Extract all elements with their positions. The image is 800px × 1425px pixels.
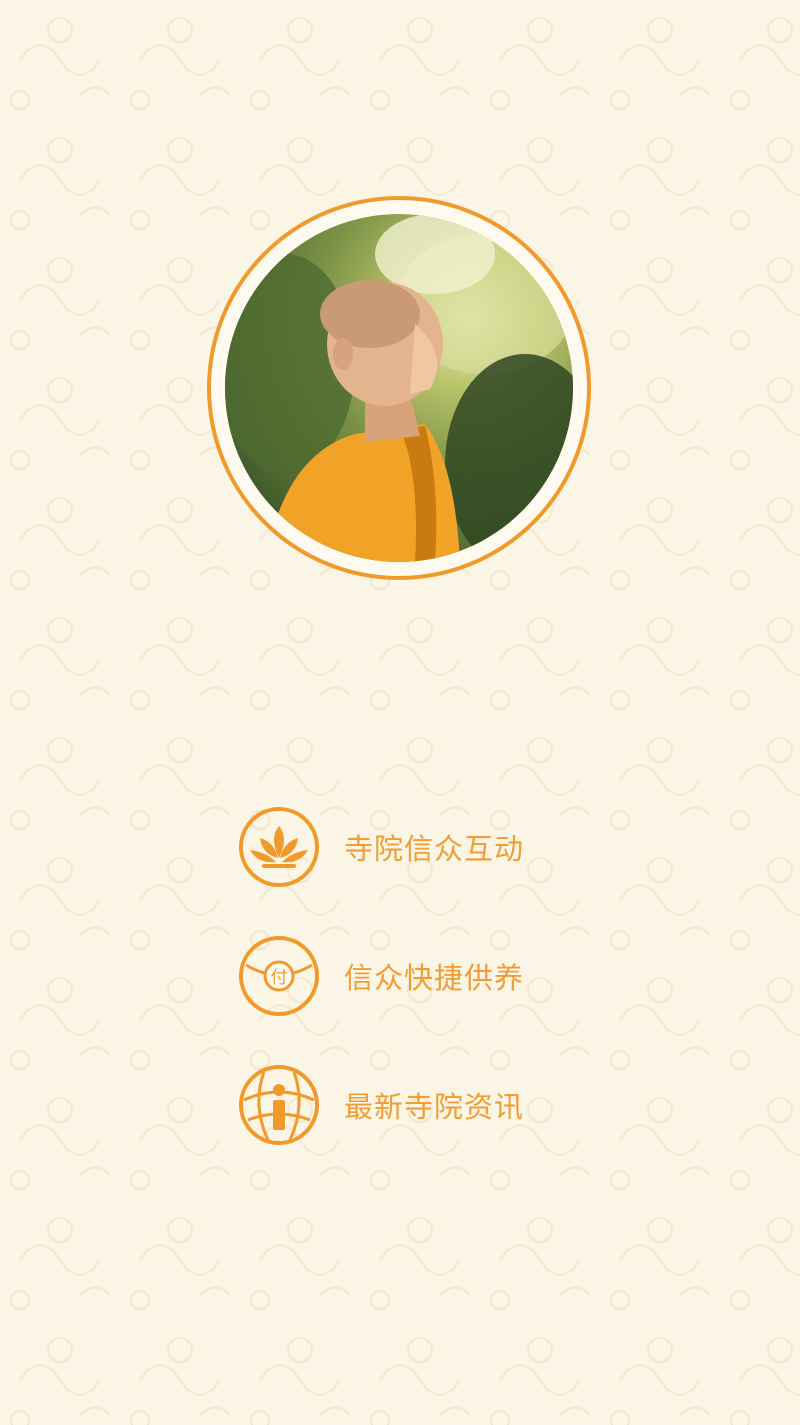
menu-item-label: 最新寺院资讯: [344, 1090, 525, 1124]
avatar: [207, 196, 591, 580]
lotus-icon: [238, 806, 320, 888]
menu-item-news[interactable]: 最新寺院资讯: [238, 1064, 568, 1146]
menu-item-offering[interactable]: 付 信众快捷供养: [238, 935, 568, 1017]
menu-item-label: 寺院信众互动: [344, 832, 525, 866]
payment-icon: 付: [238, 935, 320, 1017]
payment-icon-text: 付: [271, 968, 288, 988]
main-menu: 寺院信众互动 付 信众快捷供养 最新寺院资讯: [238, 806, 568, 1193]
menu-item-interaction[interactable]: 寺院信众互动: [238, 806, 568, 888]
info-globe-icon: [238, 1064, 320, 1146]
menu-item-label: 信众快捷供养: [344, 961, 525, 995]
monk-portrait-image: [225, 214, 573, 562]
